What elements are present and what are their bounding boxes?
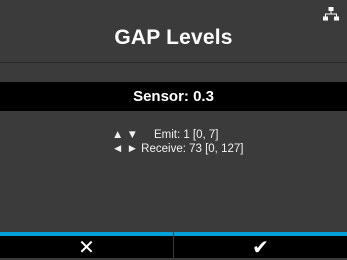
left-right-arrows-icon: ◄ ► [112, 142, 138, 155]
network-icon [323, 7, 339, 21]
up-down-arrows-icon: ▲ ▼ [112, 129, 138, 141]
check-icon: ✔ [252, 236, 269, 259]
close-icon: ✕ [78, 236, 95, 259]
receive-row: ◄ ► Receive: 73 [0, 127] [112, 143, 312, 157]
sensor-bar: Sensor: 0.3 [0, 82, 347, 111]
header-divider [0, 62, 347, 63]
receive-value: Receive: 73 [0, 127] [141, 142, 244, 155]
confirm-button[interactable]: ✔ [174, 236, 347, 259]
sensor-value: Sensor: 0.3 [133, 88, 214, 105]
page-title: GAP Levels [114, 26, 233, 49]
emit-value: Emit: 1 [0, 7] [153, 129, 219, 141]
emit-row: ▲ ▼ Emit: 1 [0, 7] [112, 129, 312, 143]
printer-display: GAP Levels Sensor: 0.3 ▲ ▼ Emit: 1 [0, 7… [0, 0, 347, 259]
cancel-button[interactable]: ✕ [0, 236, 173, 259]
adjustment-info: ▲ ▼ Emit: 1 [0, 7] ◄ ► Receive: 73 [0, 1… [112, 129, 312, 156]
